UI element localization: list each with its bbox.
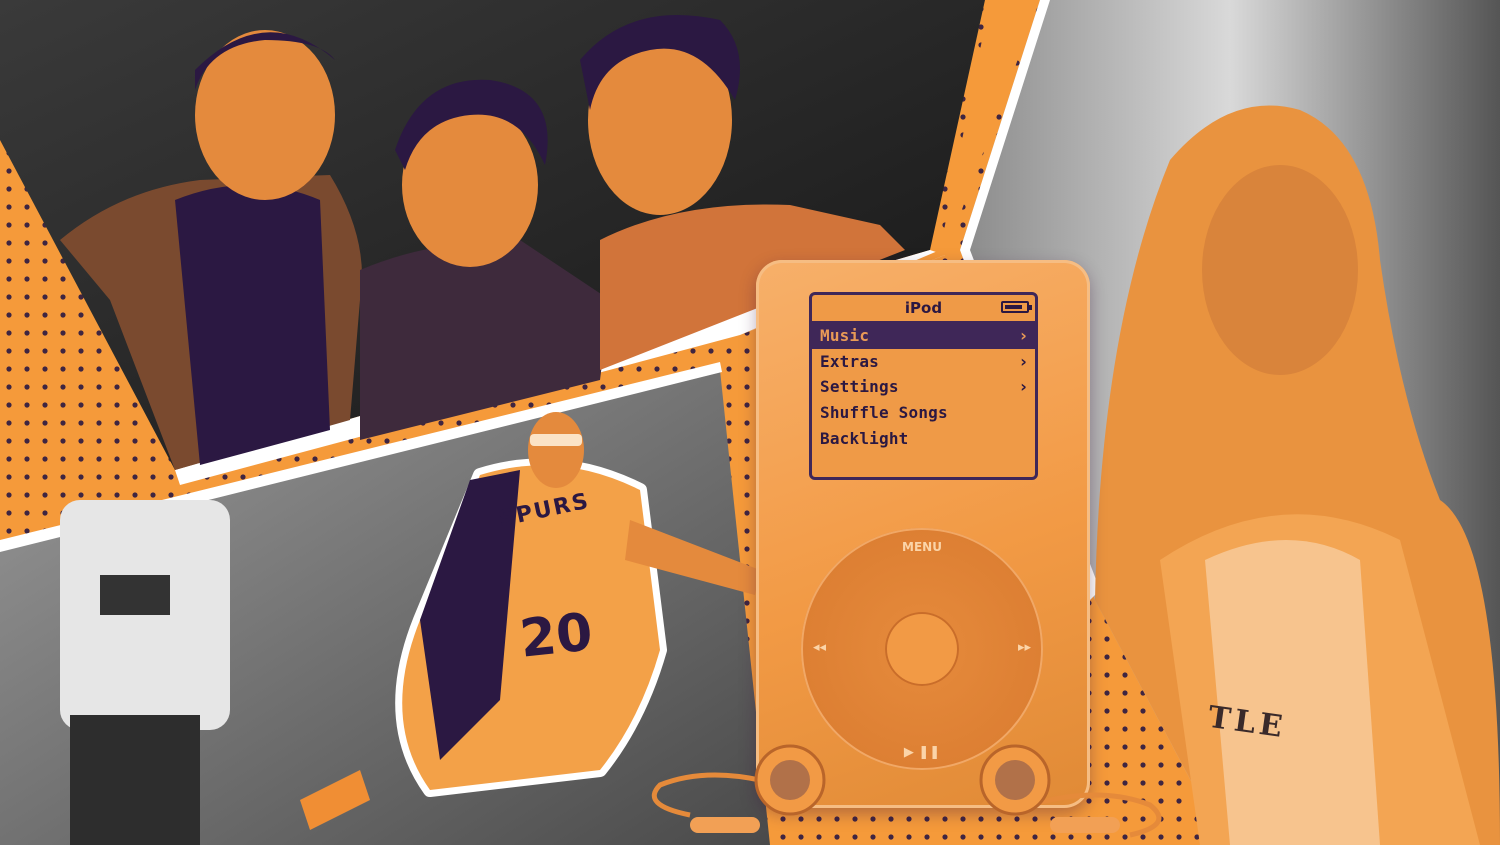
ipod-menu-item[interactable]: Extras › [812, 349, 1035, 375]
chevron-right-icon: › [1020, 326, 1027, 346]
ipod-menu-label: Music [820, 326, 870, 346]
jersey-number: 20 [517, 602, 596, 670]
ipod-menu-item[interactable]: Backlight [812, 425, 1035, 451]
ipod-menu: Music › Extras › Settings › Shuffle Songs Backl… [812, 323, 1035, 451]
ipod-menu-label: Extras [820, 351, 879, 371]
ipod-menu-label: Backlight [820, 428, 909, 448]
earbuds [651, 744, 1162, 838]
battery-icon [1001, 301, 1032, 313]
ipod-screen: iPod Music › Extras › Settings › Shuffle Songs… [809, 292, 1038, 480]
center-select-button[interactable] [885, 612, 959, 686]
previous-icon[interactable]: ◂◂ [813, 640, 826, 655]
chevron-right-icon: › [1020, 351, 1027, 371]
ipod-title: iPod [904, 299, 943, 317]
ipod-menu-item[interactable]: Settings › [812, 374, 1035, 400]
menu-button[interactable]: MENU [801, 540, 1043, 554]
ipod-menu-label: Shuffle Songs [820, 403, 948, 423]
chevron-right-icon: › [1020, 377, 1027, 397]
ipod-menu-item[interactable]: Music › [812, 323, 1035, 349]
next-icon[interactable]: ▸▸ [1018, 640, 1031, 655]
ipod-menu-label: Settings [820, 377, 899, 397]
ipod-menu-item[interactable]: Shuffle Songs [812, 400, 1035, 426]
ipod-title-bar: iPod [812, 295, 1035, 323]
